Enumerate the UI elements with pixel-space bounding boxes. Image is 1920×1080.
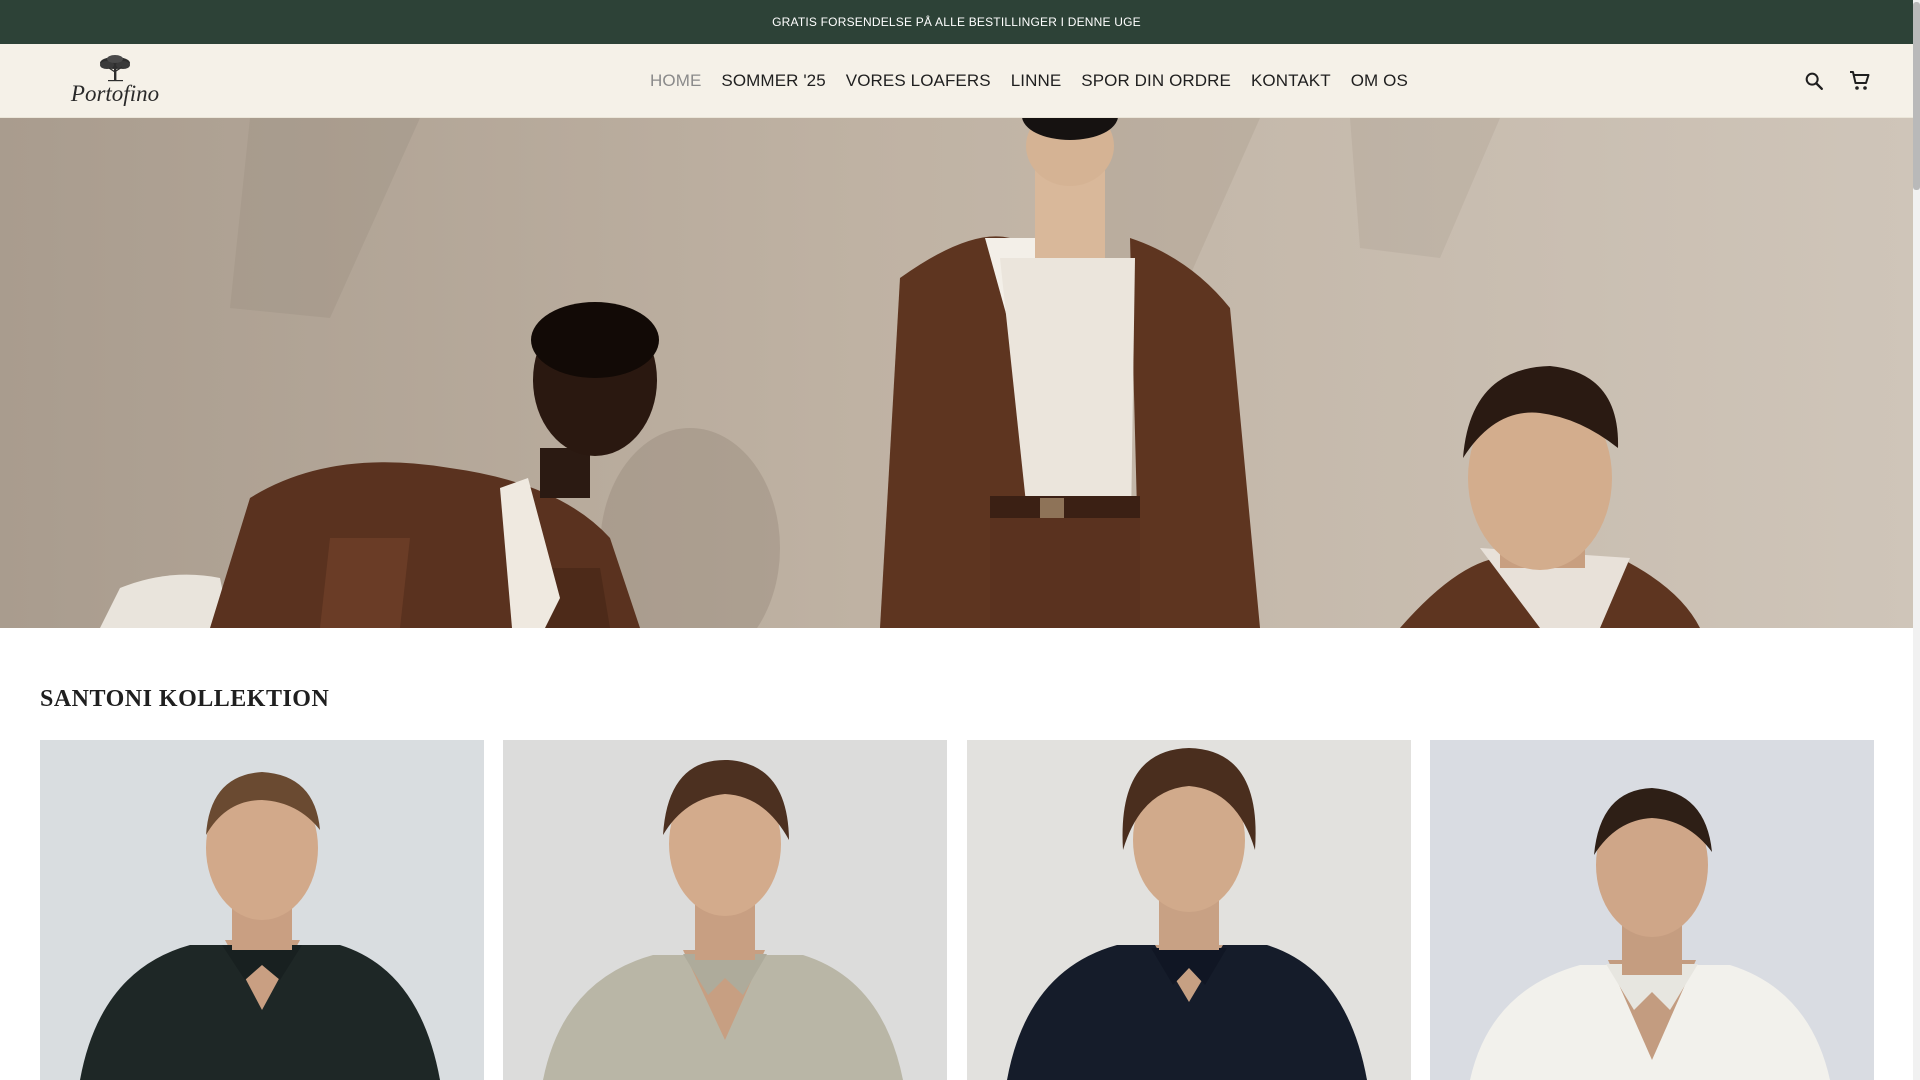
cart-icon (1850, 71, 1870, 90)
nav-item-vores-loafers[interactable]: VORES LOAFERS (836, 71, 1001, 91)
header-icons (1801, 44, 1873, 118)
announcement-bar: GRATIS FORSENDELSE PÅ ALLE BESTILLINGER … (0, 0, 1913, 44)
product-image (1430, 740, 1874, 1080)
logo-text: Portofino (70, 81, 160, 106)
nav-item-kontakt[interactable]: KONTAKT (1241, 71, 1341, 91)
hero-image (0, 118, 1913, 628)
scrollbar-thumb[interactable] (1913, 2, 1920, 190)
product-card[interactable] (1430, 740, 1874, 1080)
nav-item-sommer-25[interactable]: SOMMER '25 (711, 71, 835, 91)
logo[interactable]: Portofino (70, 54, 160, 108)
product-image (40, 740, 484, 1080)
page-scrollbar[interactable] (1913, 0, 1920, 1080)
search-icon (1805, 72, 1823, 90)
tree-logo-icon (100, 55, 130, 82)
hero-banner[interactable] (0, 118, 1913, 628)
nav-item-om-os[interactable]: OM OS (1341, 71, 1418, 91)
announcement-text: GRATIS FORSENDELSE PÅ ALLE BESTILLINGER … (772, 15, 1141, 29)
product-image (503, 740, 947, 1080)
product-image (967, 740, 1411, 1080)
product-card[interactable] (40, 740, 484, 1080)
nav-item-linne[interactable]: LINNE (1001, 71, 1072, 91)
product-card[interactable] (967, 740, 1411, 1080)
search-button[interactable] (1801, 68, 1827, 94)
collection-title: SANTONI KOLLEKTION (40, 686, 330, 712)
site-header: Portofino HOME SOMMER '25 VORES LOAFERS … (0, 44, 1913, 118)
nav-item-spor-din-ordre[interactable]: SPOR DIN ORDRE (1071, 71, 1241, 91)
nav-item-home[interactable]: HOME (640, 71, 711, 91)
cart-button[interactable] (1847, 68, 1873, 94)
product-card[interactable] (503, 740, 947, 1080)
page: GRATIS FORSENDELSE PÅ ALLE BESTILLINGER … (0, 0, 1920, 1080)
main-nav: HOME SOMMER '25 VORES LOAFERS LINNE SPOR… (640, 44, 1418, 118)
